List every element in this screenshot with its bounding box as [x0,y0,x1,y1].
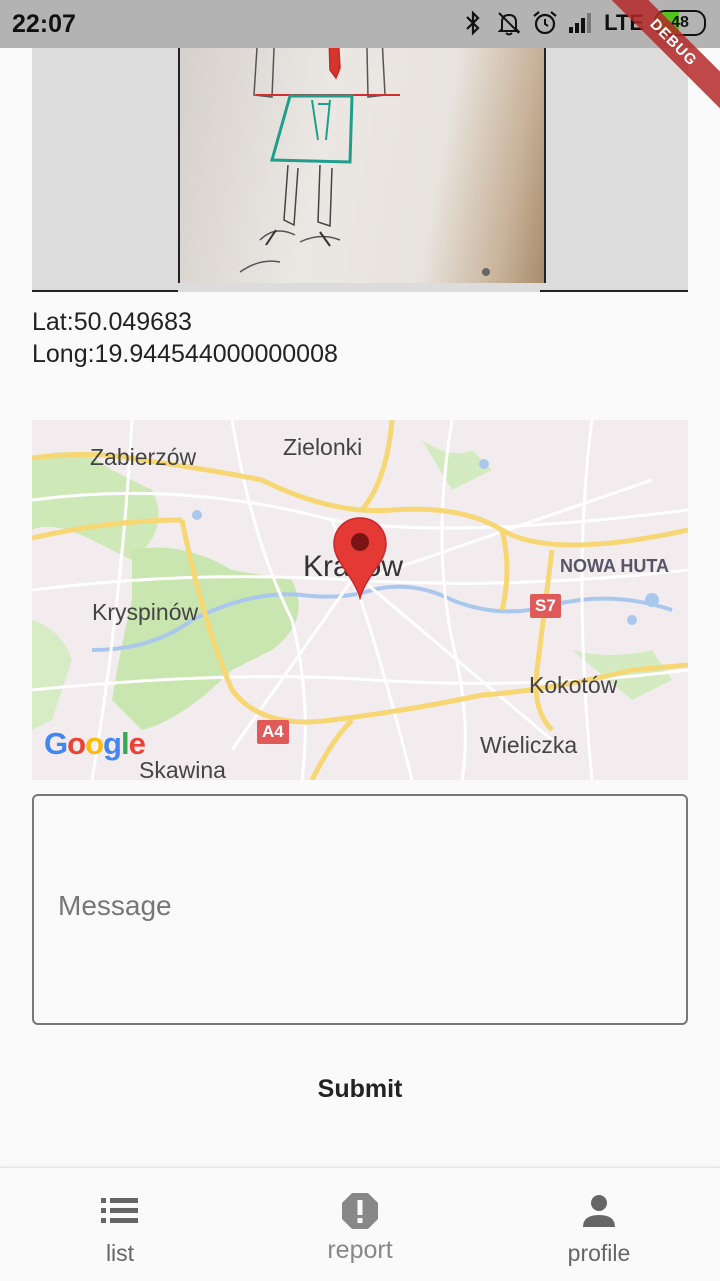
frame-border-left [32,290,178,292]
nav-item-report[interactable]: report [280,1168,440,1281]
latitude-text: Lat:50.049683 [32,308,192,336]
nav-label-report: report [327,1236,393,1264]
map-label-skawina: Skawina [139,757,226,780]
submit-button[interactable]: Submit [280,1064,440,1114]
road-shield-a4: A4 [257,720,289,744]
nav-label-profile: profile [567,1240,631,1266]
map-label-zielonki: Zielonki [283,434,363,460]
list-icon [100,1190,140,1232]
map-label-kryspinow: Kryspinów [92,599,199,625]
nav-item-list[interactable]: list [40,1168,200,1281]
map-label-zabierzow: Zabierzów [90,444,197,470]
map-label-wieliczka: Wieliczka [480,732,578,758]
frame-border-right [540,290,688,292]
alarm-icon [532,8,558,38]
map-label-kokotow: Kokotów [529,672,618,698]
bluetooth-icon [460,8,486,38]
nav-label-list: list [105,1240,135,1266]
signal-icon [568,8,594,38]
mute-icon [496,8,522,38]
longitude-text: Long:19.944544000000008 [32,340,338,368]
message-field[interactable] [32,794,688,1025]
coordinates: Lat:50.049683 Long:19.944544000000008 [32,306,338,370]
status-bar: 22:07 LTE 48 [0,0,720,48]
location-pin-icon[interactable] [332,516,388,600]
map-label-nowa-huta: NOWA HUTA [560,556,669,576]
message-input[interactable] [56,887,660,932]
status-time: 22:07 [12,10,76,38]
profile-icon [581,1190,617,1232]
nav-item-profile[interactable]: profile [519,1168,679,1281]
google-logo: Google [44,726,146,761]
report-icon [340,1190,380,1232]
bottom-navigation: list report profile [0,1167,720,1281]
road-shield-s7: S7 [530,594,561,618]
map-view[interactable]: Zabierzów Zielonki Kraków NOWA HUTA Krys… [32,420,688,780]
